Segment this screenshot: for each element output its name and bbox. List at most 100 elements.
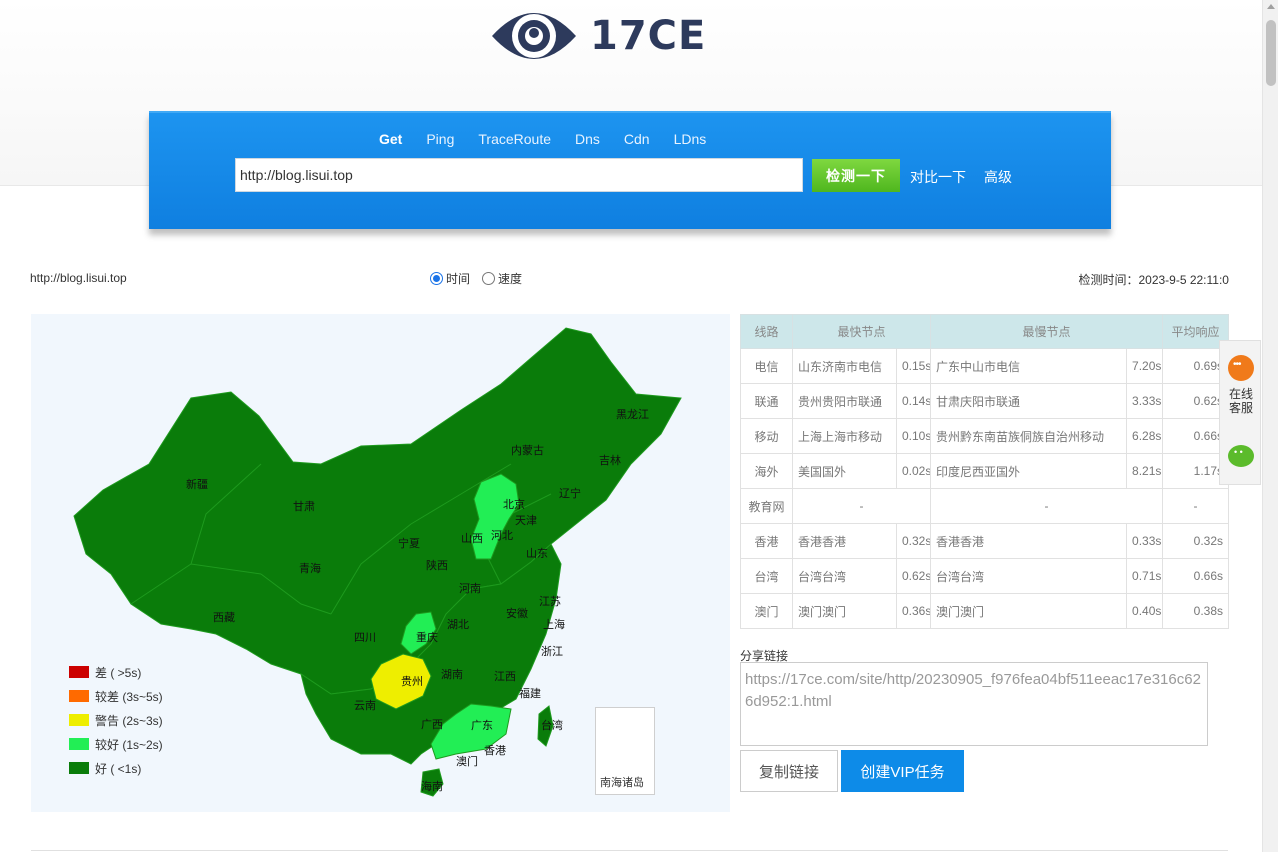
tab-cdn[interactable]: Cdn [624,131,650,147]
share-link-textarea[interactable]: https://17ce.com/site/http/20230905_f976… [740,662,1208,746]
province-label: 甘肃 [293,500,315,513]
province-label: 香港 [484,744,506,757]
province-label: 新疆 [186,477,208,491]
cell-fast-node: 山东济南市电信 [792,348,897,384]
cell-line: 电信 [740,348,793,384]
cell-fast-node: 香港香港 [792,523,897,559]
province-label: 河南 [459,582,481,595]
table-row: 电信 山东济南市电信 0.15s 广东中山市电信 7.20s 0.69s [740,348,1230,384]
south-china-sea-label: 南海诸岛 [600,777,644,789]
tab-ping[interactable]: Ping [426,131,454,147]
legend-swatch [69,762,89,774]
cell-fast-time: 0.32s [895,523,932,559]
display-mode-options: 时间 速度 [430,270,534,287]
cell-line: 台湾 [740,558,793,594]
check-button[interactable]: 检测一下 [812,159,900,192]
radio-time[interactable] [430,272,443,285]
cell-line: 澳门 [740,593,793,629]
cell-fast-time: 0.15s [895,348,932,384]
url-input[interactable] [235,158,803,192]
province-label: 湖南 [441,668,463,681]
logo[interactable]: 17CE [490,2,706,70]
province-label: 广东 [471,719,493,732]
test-type-tabs: Get Ping TraceRoute Dns Cdn LDns [379,131,730,147]
tab-get[interactable]: Get [379,131,402,147]
province-northwest[interactable] [73,327,682,695]
legend-item-warning: 警告 (2s~3s) [69,708,163,732]
chat-icon[interactable] [1228,355,1254,381]
cell-slow-node: 香港香港 [930,523,1128,559]
tab-ldns[interactable]: LDns [674,131,707,147]
province-label: 安徽 [506,606,528,620]
cell-slow-node: 印度尼西亚国外 [930,453,1128,489]
online-service-text: 在线客服 [1228,387,1253,415]
side-service-widget[interactable]: 在线客服 [1219,340,1261,485]
scroll-thumb[interactable] [1266,20,1276,86]
search-panel: Get Ping TraceRoute Dns Cdn LDns 检测一下 对比… [149,111,1111,229]
legend-item-better: 较好 (1s~2s) [69,732,163,756]
province-label: 北京 [503,497,525,511]
table-row: 香港 香港香港 0.32s 香港香港 0.33s 0.32s [740,523,1230,559]
copy-link-button[interactable]: 复制链接 [740,750,838,792]
radio-speed-label[interactable]: 速度 [498,270,522,287]
bottom-divider [31,850,1228,851]
legend-swatch [69,666,89,678]
online-service-label[interactable]: 在线客服 [1224,387,1258,415]
scroll-up-arrow-icon[interactable] [1267,4,1275,9]
cell-slow-time: 0.40s [1126,593,1164,629]
cell-slow-time: 8.21s [1126,453,1164,489]
cell-line: 教育网 [740,488,793,524]
china-map: 新疆 西藏 青海 甘肃 内蒙古 黑龙江 吉林 辽宁 北京 天津 河北 山西 宁夏 陕西 山东 河南 江苏 安徽 上海… [31,314,730,812]
south-china-sea-inset: 南海诸岛 [595,707,655,795]
legend-item-bad: 差 ( >5s) [69,660,163,684]
cell-fast-time: 0.02s [895,453,932,489]
province-label: 四川 [354,631,376,644]
province-label: 陕西 [426,558,448,572]
cell-line: 海外 [740,453,793,489]
province-label: 宁夏 [398,536,420,550]
tab-dns[interactable]: Dns [575,131,600,147]
province-label: 江西 [494,670,516,683]
cell-slow-time: 6.28s [1126,418,1164,454]
cell-fast-node: 美国国外 [792,453,897,489]
province-label: 重庆 [416,630,438,644]
province-label: 福建 [519,686,541,700]
cell-line: 联通 [740,383,793,419]
tab-traceroute[interactable]: TraceRoute [478,131,551,147]
wechat-icon[interactable] [1228,445,1254,467]
province-label: 广西 [421,718,443,731]
province-label: 湖北 [447,618,469,631]
advanced-link[interactable]: 高级 [984,167,1012,187]
cell-fast-node: - [791,488,932,524]
province-label: 吉林 [599,453,621,467]
cell-avg: 0.38s [1162,593,1230,629]
table-row: 澳门 澳门澳门 0.36s 澳门澳门 0.40s 0.38s [740,593,1230,629]
table-row: 海外 美国国外 0.02s 印度尼西亚国外 8.21s 1.17s [740,453,1230,489]
page-scrollbar[interactable] [1262,0,1278,852]
cell-slow-time: 0.33s [1126,523,1164,559]
province-label: 上海 [543,617,565,631]
cell-slow-node: 广东中山市电信 [930,348,1128,384]
legend-label: 差 ( >5s) [95,665,142,680]
legend-swatch [69,690,89,702]
province-label: 西藏 [213,611,235,624]
header-line: 线路 [740,314,793,349]
cell-fast-node: 澳门澳门 [792,593,897,629]
cell-slow-node: - [930,488,1164,524]
radio-speed[interactable] [482,272,496,285]
province-label: 内蒙古 [511,443,544,457]
radio-time-label[interactable]: 时间 [446,270,470,287]
legend-item-poor: 较差 (3s~5s) [69,684,163,708]
table-row: 移动 上海上海市移动 0.10s 贵州黔东南苗族侗族自治州移动 6.28s 0.… [740,418,1230,454]
create-vip-task-button[interactable]: 创建VIP任务 [841,750,964,792]
province-label: 云南 [354,699,376,712]
cell-avg: 0.66s [1162,558,1230,594]
cell-avg: - [1162,488,1230,524]
cell-fast-node: 上海上海市移动 [792,418,897,454]
legend-item-good: 好 ( <1s) [69,756,163,780]
compare-link[interactable]: 对比一下 [910,167,966,187]
cell-slow-time: 7.20s [1126,348,1164,384]
cell-fast-time: 0.62s [895,558,932,594]
province-label: 河北 [491,529,513,542]
table-row: 联通 贵州贵阳市联通 0.14s 甘肃庆阳市联通 3.33s 0.62s [740,383,1230,419]
